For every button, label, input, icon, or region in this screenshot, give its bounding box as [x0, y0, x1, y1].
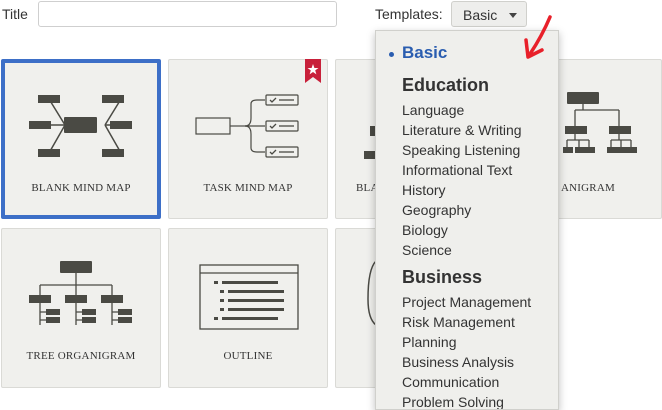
mind-map-icon — [29, 95, 132, 157]
templates-selected-value: Basic — [463, 7, 498, 23]
card-label: BLANK MIND MAP — [31, 182, 131, 194]
menu-item[interactable]: Informational Text — [402, 162, 512, 178]
templates-dropdown-menu: Basic Education Language Literature & Wr… — [375, 30, 559, 410]
menu-item[interactable]: Project Management — [402, 294, 531, 310]
menu-item[interactable]: History — [402, 182, 446, 198]
organigram-icon — [563, 92, 637, 153]
annotation-arrow-icon — [524, 15, 552, 59]
menu-item[interactable]: Risk Management — [402, 314, 515, 330]
title-input[interactable] — [38, 1, 337, 27]
outline-icon — [199, 264, 299, 330]
bullet-icon — [389, 52, 394, 57]
card-label: TASK MIND MAP — [203, 182, 293, 194]
templates-label: Templates: — [375, 6, 443, 22]
menu-item[interactable]: Literature & Writing — [402, 122, 522, 138]
menu-item-basic[interactable]: Basic — [402, 43, 447, 63]
menu-item[interactable]: Communication — [402, 374, 499, 390]
template-card-outline[interactable]: OUTLINE — [168, 228, 328, 388]
template-card-task-mind-map[interactable]: TASK MIND MAP — [168, 59, 328, 219]
template-card-tree-organigram[interactable]: TREE ORGANIGRAM — [1, 228, 161, 388]
menu-item[interactable]: Science — [402, 242, 452, 258]
menu-item[interactable]: Geography — [402, 202, 471, 218]
template-card-blank-mind-map[interactable]: BLANK MIND MAP — [1, 59, 161, 219]
menu-item[interactable]: Language — [402, 102, 464, 118]
templates-dropdown-button[interactable]: Basic — [451, 1, 527, 27]
star-bookmark-icon — [305, 59, 321, 83]
caret-down-icon — [509, 13, 517, 18]
menu-item[interactable]: Business Analysis — [402, 354, 514, 370]
menu-group-heading: Education — [402, 75, 490, 95]
menu-item[interactable]: Biology — [402, 222, 448, 238]
menu-item[interactable]: Planning — [402, 334, 457, 350]
menu-group-heading: Business — [402, 267, 483, 287]
tree-organigram-icon — [29, 261, 132, 325]
task-map-icon — [195, 94, 299, 158]
title-label: Title — [2, 6, 28, 22]
card-label: ANIGRAM — [561, 182, 615, 194]
card-label: OUTLINE — [223, 350, 273, 362]
menu-item[interactable]: Problem Solving — [402, 394, 504, 409]
menu-item[interactable]: Speaking Listening — [402, 142, 520, 158]
card-label: TREE ORGANIGRAM — [26, 350, 136, 362]
